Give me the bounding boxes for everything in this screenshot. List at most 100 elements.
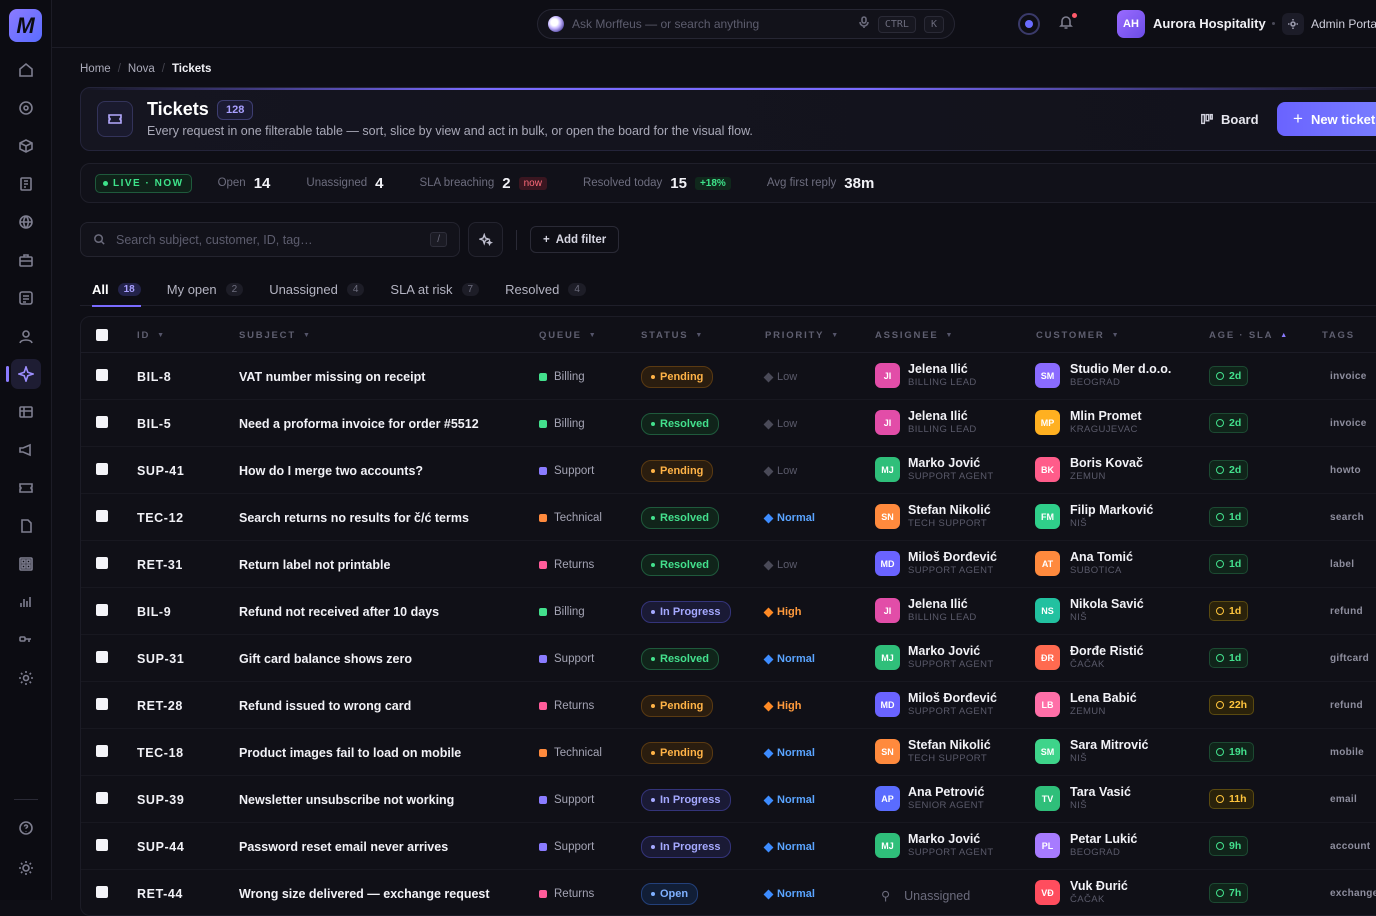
- ticket-icon[interactable]: [11, 473, 41, 503]
- assignee-cell[interactable]: MJ Marko Jović SUPPORT AGENT: [875, 644, 994, 671]
- ticket-id[interactable]: RET-31: [137, 558, 183, 572]
- row-checkbox[interactable]: [96, 463, 108, 475]
- row-checkbox[interactable]: [96, 651, 108, 663]
- assignee-cell[interactable]: ⚲ Unassigned: [881, 888, 970, 904]
- column-id[interactable]: ID ▼: [137, 330, 166, 341]
- assignee-cell[interactable]: MJ Marko Jović SUPPORT AGENT: [875, 456, 994, 483]
- customer-cell[interactable]: FM Filip Marković NIŠ: [1035, 503, 1153, 530]
- priority-cell[interactable]: Low: [763, 559, 797, 571]
- table-row[interactable]: SUP-41 How do I merge two accounts? Supp…: [81, 447, 1376, 494]
- row-checkbox[interactable]: [96, 839, 108, 851]
- ticket-subject[interactable]: Product images fail to load on mobile: [239, 746, 461, 760]
- ticket-subject[interactable]: VAT number missing on receipt: [239, 370, 425, 384]
- table-row[interactable]: BIL-9 Refund not received after 10 days …: [81, 588, 1376, 635]
- target-icon[interactable]: [11, 93, 41, 123]
- tag-chip[interactable]: refund: [1330, 606, 1363, 617]
- customer-cell[interactable]: ĐR Đorđe Ristić ČAČAK: [1035, 644, 1144, 671]
- tab-unassigned[interactable]: Unassigned 4: [269, 272, 365, 306]
- customer-cell[interactable]: BK Boris Kovač ZEMUN: [1035, 456, 1143, 483]
- gear-icon[interactable]: [11, 663, 41, 693]
- table-row[interactable]: SUP-31 Gift card balance shows zero Supp…: [81, 635, 1376, 682]
- column-subject[interactable]: SUBJECT ▼: [239, 330, 312, 341]
- tag-chip[interactable]: mobile: [1330, 747, 1364, 758]
- tag-chip[interactable]: invoice: [1330, 371, 1367, 382]
- ticket-subject[interactable]: Return label not printable: [239, 558, 390, 572]
- app-logo[interactable]: M: [9, 9, 42, 42]
- ticket-id[interactable]: BIL-5: [137, 417, 171, 431]
- admin-portal-link[interactable]: Admin Portal: [1282, 13, 1376, 35]
- priority-cell[interactable]: Normal: [763, 888, 815, 900]
- row-checkbox[interactable]: [96, 698, 108, 710]
- status-badge[interactable]: Resolved: [641, 413, 719, 435]
- key-icon[interactable]: [11, 625, 41, 655]
- tag-chip[interactable]: giftcard: [1330, 653, 1369, 664]
- row-checkbox[interactable]: [96, 510, 108, 522]
- customer-cell[interactable]: LB Lena Babić ZEMUN: [1035, 691, 1137, 718]
- ticket-id[interactable]: SUP-44: [137, 840, 184, 854]
- tag-chip[interactable]: label: [1330, 559, 1354, 570]
- box-icon[interactable]: [11, 131, 41, 161]
- new-ticket-button[interactable]: + New ticket: [1277, 102, 1376, 136]
- tag-chip[interactable]: account: [1330, 841, 1370, 852]
- table-row[interactable]: RET-28 Refund issued to wrong card Retur…: [81, 682, 1376, 729]
- table-row[interactable]: RET-44 Wrong size delivered — exchange r…: [81, 870, 1376, 915]
- priority-cell[interactable]: Normal: [763, 794, 815, 806]
- org-switcher[interactable]: AH Aurora Hospitality: [1117, 10, 1266, 38]
- column-tags[interactable]: TAGS: [1322, 330, 1355, 341]
- priority-cell[interactable]: Low: [763, 418, 797, 430]
- assignee-cell[interactable]: JI Jelena Ilić BILLING LEAD: [875, 409, 977, 436]
- grid-icon[interactable]: [11, 549, 41, 579]
- assignee-cell[interactable]: MD Miloš Đorđević SUPPORT AGENT: [875, 691, 997, 718]
- sparkle-icon[interactable]: [6, 359, 41, 389]
- ticket-subject[interactable]: Search returns no results for č/ć terms: [239, 511, 469, 525]
- ticket-id[interactable]: SUP-39: [137, 793, 184, 807]
- assignee-cell[interactable]: SN Stefan Nikolić TECH SUPPORT: [875, 503, 991, 530]
- table-row[interactable]: SUP-39 Newsletter unsubscribe not workin…: [81, 776, 1376, 823]
- home-icon[interactable]: [11, 55, 41, 85]
- ticket-subject[interactable]: Need a proforma invoice for order #5512: [239, 417, 479, 431]
- priority-cell[interactable]: High: [763, 700, 801, 712]
- row-checkbox[interactable]: [96, 886, 108, 898]
- status-badge[interactable]: In Progress: [641, 789, 731, 811]
- status-badge[interactable]: Open: [641, 883, 699, 905]
- tag-chip[interactable]: email: [1330, 794, 1357, 805]
- tab-resolved[interactable]: Resolved 4: [505, 272, 586, 306]
- tab-all[interactable]: All 18: [92, 272, 141, 307]
- tag-chip[interactable]: howto: [1330, 465, 1361, 476]
- table-row[interactable]: BIL-8 VAT number missing on receipt Bill…: [81, 353, 1376, 400]
- status-badge[interactable]: Resolved: [641, 648, 719, 670]
- customer-cell[interactable]: NS Nikola Savić NIŠ: [1035, 597, 1144, 624]
- tab-my-open[interactable]: My open 2: [167, 272, 244, 306]
- help-icon[interactable]: [11, 813, 41, 843]
- status-badge[interactable]: Pending: [641, 695, 714, 717]
- sun-icon[interactable]: [11, 853, 41, 883]
- ticket-subject[interactable]: Wrong size delivered — exchange request: [239, 887, 490, 901]
- briefcase-icon[interactable]: [11, 245, 41, 275]
- row-checkbox[interactable]: [96, 604, 108, 616]
- ticket-id[interactable]: RET-28: [137, 699, 183, 713]
- ticket-id[interactable]: RET-44: [137, 887, 183, 901]
- customer-cell[interactable]: SM Studio Mer d.o.o. BEOGRAD: [1035, 362, 1171, 389]
- tag-chip[interactable]: invoice: [1330, 418, 1367, 429]
- globe-icon[interactable]: [11, 207, 41, 237]
- status-badge[interactable]: Resolved: [641, 507, 719, 529]
- customer-cell[interactable]: VĐ Vuk Đurić ČAČAK: [1035, 879, 1128, 906]
- assignee-cell[interactable]: SN Stefan Nikolić TECH SUPPORT: [875, 738, 991, 765]
- column-status[interactable]: STATUS ▼: [641, 330, 704, 341]
- activity-ring-icon[interactable]: [1018, 13, 1040, 35]
- tag-chip[interactable]: search: [1330, 512, 1364, 523]
- board-button[interactable]: Board: [1188, 102, 1271, 136]
- ticket-id[interactable]: SUP-31: [137, 652, 184, 666]
- document-icon[interactable]: [11, 169, 41, 199]
- assignee-cell[interactable]: MJ Marko Jović SUPPORT AGENT: [875, 832, 994, 859]
- table-row[interactable]: RET-31 Return label not printable Return…: [81, 541, 1376, 588]
- ticket-subject[interactable]: How do I merge two accounts?: [239, 464, 423, 478]
- user-icon[interactable]: [11, 321, 41, 351]
- status-badge[interactable]: In Progress: [641, 601, 731, 623]
- priority-cell[interactable]: Low: [763, 371, 797, 383]
- add-filter-button[interactable]: + Add filter: [530, 226, 620, 253]
- ticket-id[interactable]: BIL-9: [137, 605, 171, 619]
- bell-icon[interactable]: [1058, 13, 1077, 35]
- list-icon[interactable]: [11, 283, 41, 313]
- status-badge[interactable]: In Progress: [641, 836, 731, 858]
